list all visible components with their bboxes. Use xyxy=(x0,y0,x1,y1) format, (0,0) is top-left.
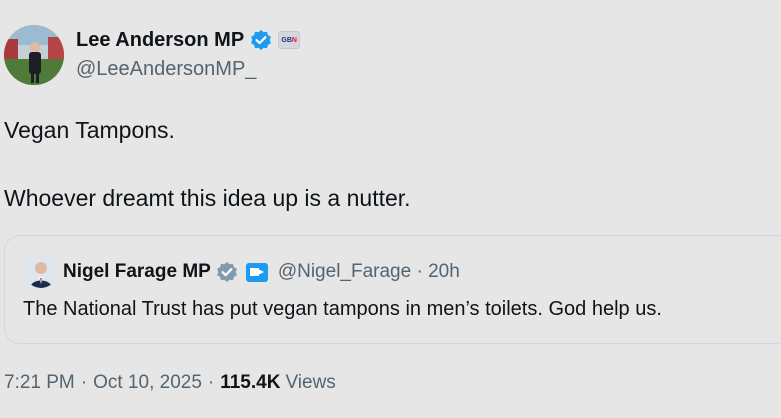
author-name-row: Lee Anderson MP GB N xyxy=(76,26,301,54)
tweet-card: Lee Anderson MP GB N @LeeAndersonMP_ Vega… xyxy=(0,0,781,418)
tweet-footer: 7:21 PM · Oct 10, 2025 · 115.4K Views xyxy=(4,372,336,394)
quoted-author-display-name[interactable]: Nigel Farage MP xyxy=(63,261,211,283)
quoted-handle-and-time[interactable]: @Nigel_Farage · 20h xyxy=(278,261,460,283)
author-avatar[interactable] xyxy=(4,25,64,85)
author-names: Lee Anderson MP GB N @LeeAndersonMP_ xyxy=(76,26,301,81)
quoted-tweet-header: Nigel Farage MP @Nigel_Farage · 20h xyxy=(25,256,460,288)
tweet-date[interactable]: Oct 10, 2025 xyxy=(93,372,202,394)
footer-separator: · xyxy=(80,372,88,393)
quoted-tweet-text: The National Trust has put vegan tampons… xyxy=(23,298,662,320)
tweet-time[interactable]: 7:21 PM xyxy=(4,372,75,394)
tweet-header: Lee Anderson MP GB N @LeeAndersonMP_ xyxy=(4,25,301,85)
footer-separator: · xyxy=(207,372,215,393)
tweet-text-line1: Vegan Tampons. xyxy=(4,117,175,143)
quoted-verified-badge-icon[interactable] xyxy=(216,261,238,283)
quoted-author-avatar[interactable] xyxy=(25,256,57,288)
quoted-avatar-photo xyxy=(25,256,57,288)
verified-badge-icon[interactable] xyxy=(250,29,272,51)
views-count: 115.4K xyxy=(220,372,281,393)
avatar-photo xyxy=(4,25,64,85)
quoted-tweet[interactable]: Nigel Farage MP @Nigel_Farage · 20h The … xyxy=(4,235,781,344)
quoted-affiliate-badge-icon[interactable] xyxy=(245,262,268,282)
affiliate-badge-icon[interactable]: GB N xyxy=(278,31,301,49)
tweet-text-line2: Whoever dreamt this idea up is a nutter. xyxy=(4,185,411,211)
author-display-name[interactable]: Lee Anderson MP xyxy=(76,29,244,52)
affiliate-badge-text: GB xyxy=(281,36,292,44)
author-handle[interactable]: @LeeAndersonMP_ xyxy=(76,58,300,81)
views-label: Views xyxy=(285,372,336,393)
